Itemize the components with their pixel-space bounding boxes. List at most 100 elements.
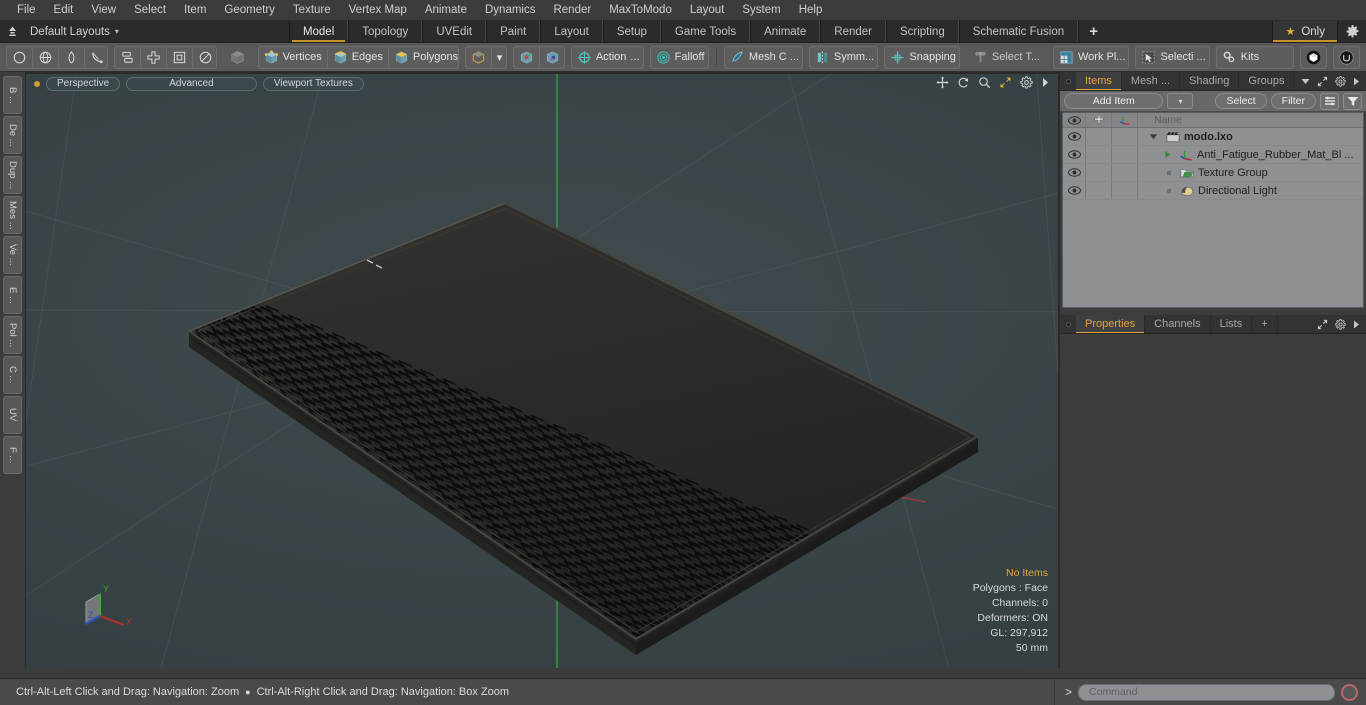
row-lock-cell[interactable] bbox=[1086, 164, 1112, 181]
center-pivot-icon[interactable] bbox=[514, 46, 541, 68]
menu-item-maxtomodo[interactable]: MaxToModo bbox=[600, 2, 681, 18]
falloff-button[interactable]: Falloff bbox=[651, 47, 708, 68]
left-tab-falloff[interactable]: F ... bbox=[3, 436, 22, 474]
layout-tab-schematic-fusion[interactable]: Schematic Fusion bbox=[958, 21, 1079, 42]
panel-tab-groups[interactable]: Groups bbox=[1239, 72, 1295, 90]
viewport-textures-button[interactable]: Viewport Textures bbox=[262, 76, 364, 91]
menu-item-item[interactable]: Item bbox=[175, 2, 215, 18]
layout-tab-scripting[interactable]: Scripting bbox=[885, 21, 959, 42]
symmetry-button[interactable]: Symm... bbox=[810, 47, 878, 68]
menu-item-select[interactable]: Select bbox=[125, 2, 175, 18]
left-tab-curve[interactable]: C ... bbox=[3, 356, 22, 394]
menu-item-geometry[interactable]: Geometry bbox=[215, 2, 284, 18]
menu-item-render[interactable]: Render bbox=[544, 2, 600, 18]
unreal-badge-icon[interactable] bbox=[1333, 45, 1360, 69]
row-lock-cell[interactable] bbox=[1086, 128, 1112, 145]
pivot-icon[interactable] bbox=[540, 47, 564, 68]
mode-polygons-button[interactable]: Polygons bbox=[389, 47, 458, 68]
panel-tab-mesh-ops[interactable]: Mesh ... bbox=[1121, 72, 1181, 90]
only-toggle-button[interactable]: ★ Only bbox=[1272, 21, 1338, 42]
pen-icon[interactable] bbox=[59, 46, 85, 68]
array-icon[interactable] bbox=[141, 46, 168, 68]
menu-item-view[interactable]: View bbox=[82, 2, 125, 18]
panel-tab-items[interactable]: Items bbox=[1076, 72, 1122, 90]
item-name-cell[interactable]: Anti_Fatigue_Rubber_Mat_Bl ... bbox=[1138, 146, 1363, 163]
items-list[interactable]: Name modo.lxo Anti_Fatigue_Rubber_Mat_Bl… bbox=[1062, 112, 1364, 308]
panel-tab-properties[interactable]: Properties bbox=[1076, 315, 1146, 333]
layout-tab-uvedit[interactable]: UVEdit bbox=[422, 21, 487, 42]
left-tab-uv[interactable]: UV bbox=[3, 396, 22, 434]
item-row-texture-group[interactable]: Texture Group bbox=[1063, 164, 1363, 182]
layout-selector[interactable]: Default Layouts ▾ bbox=[24, 21, 129, 42]
viewport-view-button[interactable]: Perspective bbox=[46, 76, 121, 91]
eye-icon[interactable] bbox=[1063, 164, 1086, 181]
row-lock-cell[interactable] bbox=[1086, 146, 1112, 163]
menu-item-vertex-map[interactable]: Vertex Map bbox=[340, 2, 416, 18]
menu-item-edit[interactable]: Edit bbox=[45, 2, 83, 18]
layout-tab-model[interactable]: Model bbox=[288, 21, 349, 42]
action-center-button[interactable]: Action ... bbox=[572, 47, 643, 68]
select-through-button[interactable]: Select T... bbox=[966, 46, 1047, 69]
ellipse-icon[interactable] bbox=[193, 47, 215, 68]
panel-tab-channels[interactable]: Channels bbox=[1145, 315, 1211, 333]
item-mode-dropdown[interactable]: ▾ bbox=[492, 47, 506, 68]
layout-tab-animate[interactable]: Animate bbox=[750, 21, 821, 42]
mode-vertices-button[interactable]: Vertices bbox=[259, 46, 328, 68]
globe-icon[interactable] bbox=[33, 46, 59, 68]
item-name-cell[interactable]: Texture Group bbox=[1138, 164, 1363, 181]
item-name-cell[interactable]: modo.lxo bbox=[1138, 128, 1363, 145]
item-row-scene[interactable]: modo.lxo bbox=[1063, 128, 1363, 146]
add-layout-tab-button[interactable]: + bbox=[1078, 21, 1108, 42]
gear-icon[interactable] bbox=[1335, 75, 1346, 87]
left-tab-mesh-edit[interactable]: Mes ... bbox=[3, 196, 22, 234]
item-name-cell[interactable]: Directional Light bbox=[1138, 182, 1363, 199]
panel-tab-shading[interactable]: Shading bbox=[1180, 72, 1240, 90]
funnel-icon[interactable] bbox=[1343, 92, 1362, 110]
snapping-button[interactable]: Snapping bbox=[885, 47, 959, 68]
modo-badge-icon[interactable] bbox=[1300, 45, 1327, 69]
add-item-button[interactable]: Add Item bbox=[1064, 93, 1164, 109]
mirror-icon[interactable] bbox=[115, 46, 142, 68]
gear-icon[interactable] bbox=[1335, 318, 1346, 330]
gear-icon[interactable] bbox=[1020, 76, 1033, 89]
pan-icon[interactable] bbox=[936, 76, 949, 89]
curve-icon[interactable] bbox=[85, 47, 107, 68]
add-item-dropdown[interactable]: ▾ bbox=[1167, 93, 1194, 109]
rotate-icon[interactable] bbox=[957, 76, 970, 89]
layout-tab-topology[interactable]: Topology bbox=[348, 21, 423, 42]
box-outline-icon[interactable] bbox=[167, 46, 194, 68]
zoom-icon[interactable] bbox=[978, 76, 991, 89]
chevron-right-icon[interactable] bbox=[1353, 77, 1360, 86]
expander-icon[interactable] bbox=[1138, 132, 1162, 141]
row-transform-cell[interactable] bbox=[1112, 182, 1138, 199]
left-tab-polygon[interactable]: Pol ... bbox=[3, 316, 22, 354]
axis-gizmo[interactable]: Y X Z bbox=[74, 580, 144, 642]
panel-tab-lists[interactable]: Lists bbox=[1210, 315, 1253, 333]
layout-tab-paint[interactable]: Paint bbox=[486, 21, 541, 42]
left-tab-basic[interactable]: B ... bbox=[3, 76, 22, 114]
row-transform-cell[interactable] bbox=[1112, 128, 1138, 145]
panel-tab-add[interactable]: + bbox=[1252, 315, 1278, 333]
menu-item-layout[interactable]: Layout bbox=[681, 2, 734, 18]
list-options-icon[interactable] bbox=[1320, 92, 1339, 110]
mode-edges-button[interactable]: Edges bbox=[328, 46, 389, 68]
perspective-viewport[interactable]: Perspective Advanced Viewport Textures N… bbox=[26, 74, 1058, 668]
chevron-down-icon[interactable] bbox=[1301, 78, 1310, 85]
record-icon[interactable] bbox=[1341, 683, 1358, 701]
expander-icon[interactable] bbox=[1138, 150, 1176, 159]
row-lock-cell[interactable] bbox=[1086, 182, 1112, 199]
menu-item-dynamics[interactable]: Dynamics bbox=[476, 2, 544, 18]
left-tab-edge[interactable]: E ... bbox=[3, 276, 22, 314]
menu-item-animate[interactable]: Animate bbox=[416, 2, 476, 18]
layout-tab-setup[interactable]: Setup bbox=[602, 21, 661, 42]
left-tab-duplicate[interactable]: Dup ... bbox=[3, 156, 22, 194]
row-transform-cell[interactable] bbox=[1112, 146, 1138, 163]
mesh-constraint-button[interactable]: Mesh C ... bbox=[725, 47, 802, 68]
cube-item-icon[interactable] bbox=[466, 46, 492, 68]
circle-icon[interactable] bbox=[7, 46, 33, 68]
left-tab-vertex[interactable]: Ve ... bbox=[3, 236, 22, 274]
layout-tab-game-tools[interactable]: Game Tools bbox=[660, 21, 751, 42]
menu-item-file[interactable]: File bbox=[8, 2, 45, 18]
filter-button[interactable]: Filter bbox=[1270, 93, 1316, 109]
kits-button[interactable]: Kits bbox=[1217, 47, 1293, 68]
